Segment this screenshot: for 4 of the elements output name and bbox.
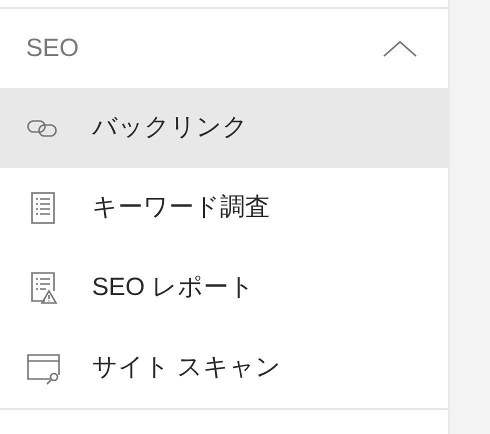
menu-item[interactable]: バックリンク — [0, 88, 448, 168]
section-title: SEO — [26, 32, 79, 64]
window-search-icon — [26, 351, 60, 385]
chevron-icon[interactable] — [382, 40, 418, 58]
